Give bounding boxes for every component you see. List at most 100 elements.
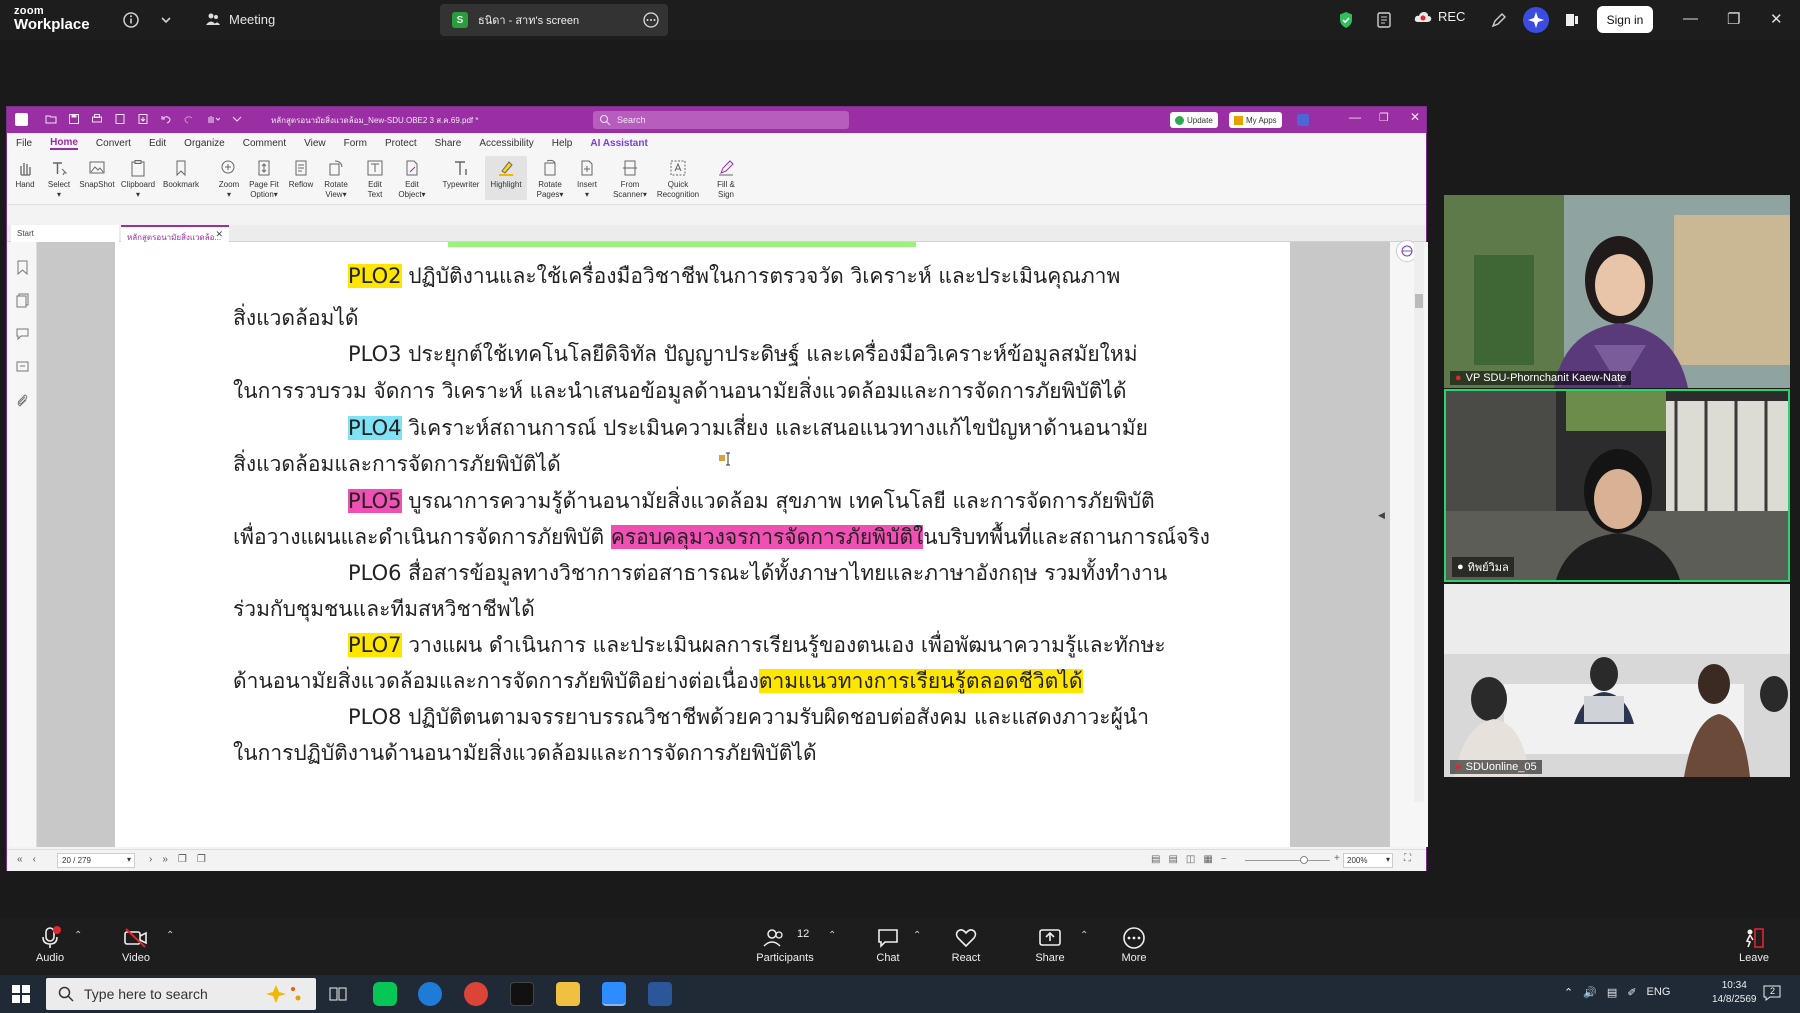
line-app-icon[interactable] xyxy=(373,982,397,1006)
undo-icon[interactable] xyxy=(160,113,172,125)
more-options-icon[interactable] xyxy=(642,11,660,29)
user-account-icon[interactable] xyxy=(1297,114,1309,126)
redo-icon[interactable] xyxy=(183,113,195,125)
menu-convert[interactable]: Convert xyxy=(96,138,131,149)
page-dropdown-icon[interactable]: ▾ xyxy=(127,855,131,864)
close-window-button[interactable]: ✕ xyxy=(1770,10,1783,28)
speaker-icon[interactable]: 🔊 xyxy=(1583,986,1597,999)
ribbon-edit-object-tool[interactable]: Edit Object▾ xyxy=(394,159,430,200)
vertical-scrollbar[interactable] xyxy=(1414,242,1424,802)
menu-organize[interactable]: Organize xyxy=(184,138,225,149)
ribbon-from-scanner-tool[interactable]: From Scanner▾ xyxy=(611,159,649,200)
continuous-page-icon[interactable]: ▤ xyxy=(1168,854,1177,865)
edge-browser-icon[interactable] xyxy=(418,982,442,1006)
tab-close-icon[interactable]: ✕ xyxy=(215,229,223,240)
audio-options-chevron-icon[interactable]: ⌃ xyxy=(74,930,82,941)
menu-file[interactable]: File xyxy=(16,138,32,149)
video-tile-3[interactable]: ● SDUonline_05 xyxy=(1444,584,1790,777)
menu-comment[interactable]: Comment xyxy=(243,138,286,149)
first-page-icon[interactable]: « xyxy=(17,854,23,865)
video-tile-1[interactable]: ● VP SDU-Phornchanit Kaew-Nate xyxy=(1444,195,1790,388)
fullscreen-icon[interactable]: ⛶ xyxy=(1404,853,1411,864)
ribbon-rotate-pages-tool[interactable]: Rotate Pages▾ xyxy=(532,159,568,200)
pdf-minimize-button[interactable]: — xyxy=(1349,110,1361,124)
shield-icon[interactable] xyxy=(1336,10,1356,30)
tab-start[interactable]: Start xyxy=(11,225,119,242)
menu-share[interactable]: Share xyxy=(435,138,462,149)
export-icon[interactable] xyxy=(137,113,149,125)
ribbon-typewriter-tool[interactable]: Typewriter xyxy=(439,159,483,190)
audio-button[interactable]: Audio xyxy=(30,926,70,964)
last-page-icon[interactable]: » xyxy=(162,854,168,865)
page-number-input[interactable]: 20 / 279 ▾ xyxy=(57,853,135,868)
screen-share-tab[interactable]: S ธนิดา - สาท's screen xyxy=(440,4,668,36)
share-screen-button[interactable]: Share xyxy=(1032,926,1068,964)
zoom-out-icon[interactable]: − xyxy=(1221,854,1227,865)
zoom-slider[interactable] xyxy=(1245,856,1330,864)
recording-indicator[interactable]: REC xyxy=(1414,9,1465,24)
apps-icon[interactable] xyxy=(1562,10,1582,30)
menu-protect[interactable]: Protect xyxy=(385,138,417,149)
ribbon-bookmark-tool[interactable]: Bookmark xyxy=(161,159,201,190)
zoom-dropdown-icon[interactable]: ▾ xyxy=(1386,855,1390,864)
prev-page-icon[interactable]: ‹ xyxy=(33,854,36,865)
bookmarks-panel-icon[interactable] xyxy=(15,260,30,275)
file-explorer-icon[interactable] xyxy=(556,982,580,1006)
ribbon-snapshot-tool[interactable]: SnapShot xyxy=(77,159,117,190)
menu-ai-assistant[interactable]: AI Assistant xyxy=(590,138,647,149)
taskbar-search[interactable]: Type here to search xyxy=(46,978,316,1010)
facing-page-icon[interactable]: ◫ xyxy=(1186,854,1195,865)
pages-panel-icon[interactable] xyxy=(15,293,30,308)
ribbon-fill-sign-tool[interactable]: Fill & Sign xyxy=(711,159,741,200)
customize-toolbar-icon[interactable] xyxy=(231,113,243,125)
ribbon-hand-tool[interactable]: Hand xyxy=(11,159,39,190)
input-language[interactable]: ENG xyxy=(1647,986,1671,999)
video-options-chevron-icon[interactable]: ⌃ xyxy=(166,930,174,941)
collapse-right-panel-icon[interactable]: ◀ xyxy=(1378,510,1385,521)
meeting-button[interactable]: Meeting xyxy=(205,11,275,27)
notifications-icon[interactable]: 2 xyxy=(1762,984,1782,1002)
ribbon-reflow-tool[interactable]: Reflow xyxy=(286,159,316,190)
video-button[interactable]: Video xyxy=(116,926,156,964)
pdf-restore-button[interactable]: ❐ xyxy=(1379,111,1389,124)
pen-tray-icon[interactable]: ✐ xyxy=(1627,986,1636,999)
my-apps-button[interactable]: My Apps xyxy=(1229,112,1282,128)
save-icon[interactable] xyxy=(68,113,80,125)
zoom-app-icon[interactable] xyxy=(602,982,626,1006)
ribbon-page-fit-tool[interactable]: Page Fit Option▾ xyxy=(247,159,281,200)
ribbon-clipboard-tool[interactable]: Clipboard ▾ xyxy=(118,159,158,200)
tiktok-app-icon[interactable] xyxy=(510,982,534,1006)
tray-chevron-icon[interactable]: ⌃ xyxy=(1564,986,1573,999)
menu-accessibility[interactable]: Accessibility xyxy=(479,138,533,149)
attachments-panel-icon[interactable] xyxy=(15,393,30,408)
chevron-down-icon[interactable] xyxy=(156,10,176,30)
restore-window-button[interactable]: ❐ xyxy=(1727,10,1740,28)
zoom-in-icon[interactable]: + xyxy=(1334,853,1340,864)
minimize-window-button[interactable]: — xyxy=(1683,10,1698,27)
copy-page-icon[interactable]: ❐ xyxy=(178,854,187,865)
menu-form[interactable]: Form xyxy=(344,138,367,149)
chat-chevron-icon[interactable]: ⌃ xyxy=(913,930,921,941)
chat-button[interactable]: Chat xyxy=(870,926,906,964)
ai-companion-icon[interactable] xyxy=(1522,6,1550,34)
chrome-browser-icon[interactable] xyxy=(464,982,488,1006)
notes-icon[interactable] xyxy=(1374,10,1394,30)
zoom-slider-handle[interactable] xyxy=(1300,856,1308,864)
single-page-icon[interactable]: ▤ xyxy=(1151,854,1160,865)
ribbon-insert-tool[interactable]: Insert ▾ xyxy=(573,159,601,200)
open-icon[interactable] xyxy=(45,113,57,125)
system-clock[interactable]: 10:34 14/8/2569 xyxy=(1712,979,1757,1007)
print-icon[interactable] xyxy=(91,113,103,125)
tab-document[interactable]: หลักสูตรอนามัยสิ่งแวดล้อ... ✕ xyxy=(121,225,229,242)
hand-dropdown-icon[interactable] xyxy=(206,113,220,125)
annotate-pen-icon[interactable] xyxy=(1489,10,1509,30)
more-button[interactable]: More xyxy=(1116,926,1152,964)
layers-panel-icon[interactable] xyxy=(15,359,30,374)
menu-home[interactable]: Home xyxy=(50,137,78,150)
ribbon-quick-recognition-tool[interactable]: Quick Recognition xyxy=(652,159,704,200)
ribbon-zoom-tool[interactable]: Zoom ▾ xyxy=(214,159,244,200)
pdf-search-box[interactable]: Search xyxy=(593,111,849,129)
network-icon[interactable]: ▤ xyxy=(1607,986,1617,999)
menu-help[interactable]: Help xyxy=(552,138,573,149)
ribbon-edit-text-tool[interactable]: Edit Text xyxy=(362,159,388,200)
